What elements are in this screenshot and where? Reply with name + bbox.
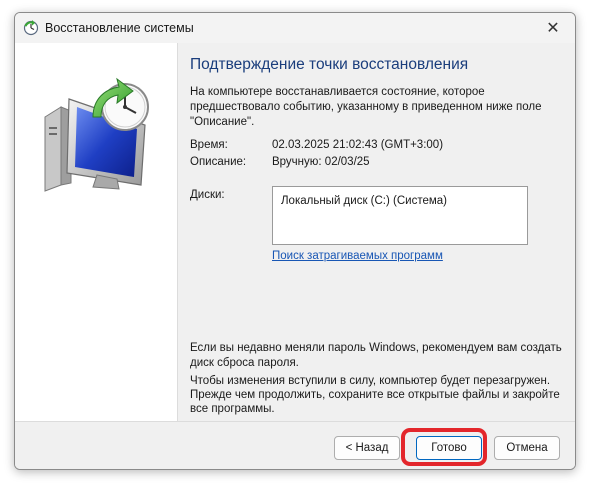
disks-label: Диски: [190, 189, 225, 201]
scan-affected-programs-link[interactable]: Поиск затрагиваемых программ [272, 250, 443, 262]
disk-item[interactable]: Локальный диск (C:) (Система) [281, 195, 519, 207]
description-text: На компьютере восстанавливается состояни… [190, 86, 542, 128]
time-label: Время: [190, 139, 228, 151]
password-reset-note: Если вы недавно меняли пароль Windows, р… [190, 342, 562, 369]
title-bar[interactable]: Восстановление системы ✕ [15, 13, 575, 43]
restart-warning-note: Чтобы изменения вступили в силу, компьют… [190, 375, 560, 415]
cancel-button[interactable]: Отмена [494, 436, 560, 460]
window-title: Восстановление системы [45, 21, 194, 35]
wizard-sidebar [15, 43, 177, 423]
page-title: Подтверждение точки восстановления [190, 56, 469, 73]
close-icon: ✕ [546, 20, 560, 37]
close-button[interactable]: ✕ [531, 13, 575, 43]
system-restore-icon [23, 20, 39, 36]
system-restore-window: Восстановление системы ✕ Подтверждение т… [14, 12, 576, 470]
monitor-clock-restore-icon [44, 77, 149, 192]
wizard-content: Подтверждение точки восстановления На ко… [177, 43, 575, 423]
back-button[interactable]: < Назад [334, 436, 400, 460]
disks-list[interactable]: Локальный диск (C:) (Система) [272, 186, 528, 245]
wizard-footer: < Назад Готово Отмена [15, 421, 575, 469]
description-value: Вручную: 02/03/25 [272, 156, 370, 168]
time-value: 02.03.2025 21:02:43 (GMT+3:00) [272, 139, 444, 151]
finish-button[interactable]: Готово [416, 436, 482, 460]
description-label: Описание: [190, 156, 247, 168]
